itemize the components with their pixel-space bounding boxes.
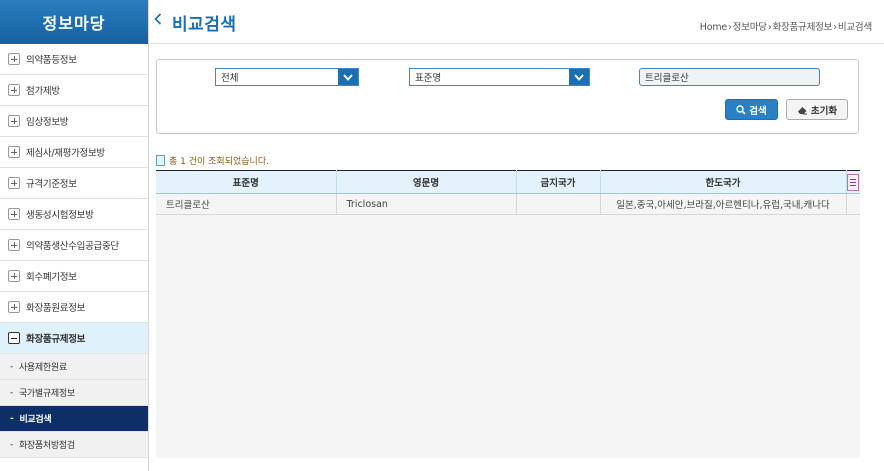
sidebar-item-bioequivalence[interactable]: 생동성시험정보방 [0,199,148,230]
sidebar-item-cosmetic-regulation[interactable]: 화장품규제정보 [0,323,148,354]
sidebar-item-label: 화장품규제정보 [26,334,86,345]
menu-icon[interactable] [847,173,860,191]
chevron-right-icon: › [728,22,732,33]
field-select-value: 표준명 [415,73,442,84]
sidebar-item-additive[interactable]: 첨가제방 [0,75,148,106]
breadcrumb-home[interactable]: Home [700,22,727,33]
table-header-row: 표준명 영문명 금지국가 한도국가 [156,170,860,194]
chevron-right-icon: › [767,22,772,33]
results-table: 표준명 영문명 금지국가 한도국가 트리클로산 Triclosan 일본,중국,… [156,170,860,215]
chevron-left-icon[interactable] [154,13,162,29]
column-header-banned-countries[interactable]: 금지국가 [516,170,601,194]
submenu-item-country-regulation[interactable]: - 국가별규제정보 [0,380,148,406]
keyword-input[interactable] [639,68,820,86]
search-icon [736,104,746,115]
sidebar-item-label: 규격기준정보 [26,179,77,190]
expand-icon [8,239,20,251]
cell-english-name[interactable]: Triclosan [336,193,517,215]
expand-icon [8,177,20,189]
table-row[interactable]: 트리클로산 Triclosan 일본,중국,아세안,브라질,아르헨티나,유럽,국… [156,193,860,215]
sidebar-item-label: 생동성시험정보방 [26,210,94,221]
sidebar-item-label: 첨가제방 [26,86,60,97]
chevron-right-icon: › [833,22,837,33]
page-header: 비교검색 Home›정보마당›화장품규제정보›비교검색 [150,0,884,44]
sidebar-item-drug-info[interactable]: 의약품등정보 [0,44,148,75]
sidebar-item-label: 의약품등정보 [26,55,77,66]
expand-icon [8,301,20,313]
breadcrumb-current: 비교검색 [837,22,872,33]
cell-standard-name[interactable]: 트리클로산 [156,193,337,215]
breadcrumb: Home›정보마당›화장품규제정보›비교검색 [700,19,872,33]
reset-button[interactable]: 초기화 [786,99,848,120]
collapse-icon [8,332,20,344]
sidebar-item-cosmetic-ingredients[interactable]: 화장품원료정보 [0,292,148,323]
expand-icon [8,208,20,220]
eraser-icon [797,105,808,115]
submenu-item-restricted-ingredients[interactable]: - 사용제한원료 [0,354,148,380]
column-header-english-name[interactable]: 영문명 [336,170,517,194]
sidebar: 정보마당 의약품등정보 첨가제방 임상정보방 제심사/재평가정보방 규격기준정보… [0,0,149,471]
column-header-limit-countries[interactable]: 한도국가 [600,170,847,194]
sidebar-item-clinical[interactable]: 임상정보방 [0,106,148,137]
search-panel: 전체 표준명 검색 초기화 [156,59,859,134]
field-select[interactable]: 표준명 [409,68,590,86]
submenu-item-formula-check[interactable]: - 화장품처방점검 [0,432,148,458]
sidebar-item-label: 의약품생산수입공급중단 [26,241,119,252]
sidebar-item-supply-stop[interactable]: 의약품생산수입공급중단 [0,230,148,261]
category-select[interactable]: 전체 [215,68,359,86]
cell-banned-countries[interactable] [516,193,601,215]
column-header-standard-name[interactable]: 표준명 [156,170,337,194]
sidebar-item-label: 임상정보방 [26,117,69,128]
sidebar-title: 정보마당 [0,0,148,44]
sidebar-item-standards[interactable]: 규격기준정보 [0,168,148,199]
chevron-down-icon[interactable] [569,69,589,85]
sidebar-item-label: 화장품원료정보 [26,303,86,314]
submenu-item-label: 화장품처방점검 [18,441,75,451]
sidebar-item-label: 제심사/재평가정보방 [26,148,105,159]
search-button[interactable]: 검색 [725,99,778,120]
submenu-item-label: 비교검색 [19,415,52,425]
expand-icon [8,53,20,65]
results-table-area: 표준명 영문명 금지국가 한도국가 트리클로산 Triclosan 일본,중국,… [156,170,860,458]
expand-icon [8,84,20,96]
search-button-label: 검색 [749,105,767,117]
cell-limit-countries[interactable]: 일본,중국,아세안,브라질,아르헨티나,유럽,국내,캐나다 [600,193,847,215]
reset-button-label: 초기화 [810,105,838,117]
sidebar-item-recall[interactable]: 회수폐기정보 [0,261,148,292]
sidebar-item-reevaluation[interactable]: 제심사/재평가정보방 [0,137,148,168]
breadcrumb-item[interactable]: 화장품규제정보 [772,22,832,33]
chevron-down-icon[interactable] [338,69,358,85]
submenu-item-label: 국가별규제정보 [18,389,75,399]
submenu-item-label: 사용제한원료 [18,363,67,373]
expand-icon [8,270,20,282]
result-count: 총 1 건이 조회되었습니다. [156,154,269,167]
breadcrumb-item[interactable]: 정보마당 [733,22,767,33]
category-select-value: 전체 [221,73,239,84]
expand-icon [8,115,20,127]
expand-icon [8,146,20,158]
result-count-text: 총 1 건이 조회되었습니다. [169,157,269,167]
submenu-item-compare-search[interactable]: - 비교검색 [0,406,148,432]
sidebar-item-label: 회수폐기정보 [26,272,77,283]
column-menu[interactable] [846,170,860,194]
page-title: 비교검색 [172,15,237,35]
cell-empty [846,193,860,215]
document-icon [156,155,165,166]
